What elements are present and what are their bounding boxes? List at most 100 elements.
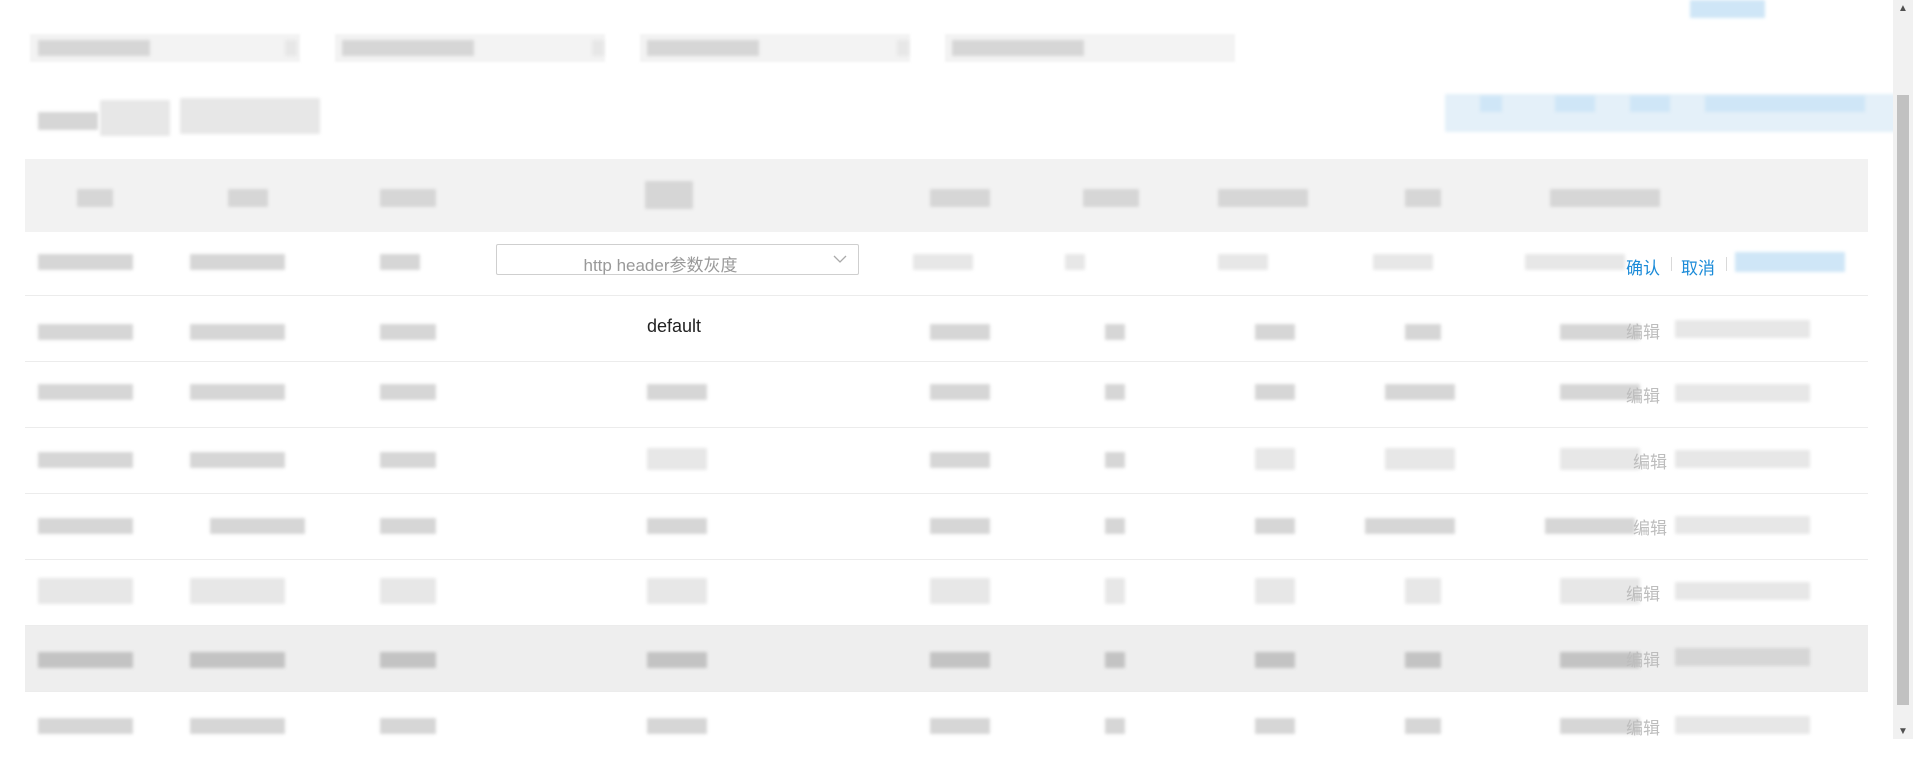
cell [380, 652, 436, 668]
cell [1255, 518, 1295, 534]
column-header [1218, 189, 1308, 207]
more-actions[interactable] [1675, 716, 1810, 734]
more-actions[interactable] [1675, 516, 1810, 534]
column-header [228, 189, 268, 207]
top-right-button[interactable] [1690, 0, 1765, 18]
column-header [1083, 189, 1139, 207]
page-header [0, 80, 1913, 150]
column-header [645, 181, 693, 209]
cell [913, 254, 973, 270]
column-header [1405, 189, 1441, 207]
cell [1105, 718, 1125, 734]
more-actions[interactable] [1675, 582, 1810, 600]
cell [1218, 254, 1268, 270]
cell [38, 652, 133, 668]
cell [380, 718, 436, 734]
cell [1255, 448, 1295, 470]
cell [190, 452, 285, 468]
edit-button[interactable]: 编辑 [1626, 646, 1660, 671]
filter-label-4 [952, 40, 1084, 56]
cell [930, 384, 990, 400]
scrollbar-thumb[interactable] [1897, 95, 1909, 705]
cell [380, 518, 436, 534]
page-subtitle [100, 100, 170, 136]
cell [1373, 254, 1433, 270]
cell [1405, 718, 1441, 734]
toolbar-button-3[interactable] [1630, 96, 1670, 112]
more-actions[interactable] [1675, 320, 1810, 338]
cell [1385, 448, 1455, 470]
table-row-editing: http header参数灰度 确认 取消 [25, 232, 1868, 296]
toolbar-button-2[interactable] [1555, 96, 1595, 112]
strategy-select-value: http header参数灰度 [583, 256, 738, 275]
strategy-cell [647, 652, 707, 668]
edit-button[interactable]: 编辑 [1633, 514, 1667, 539]
chevron-down-icon [833, 255, 847, 263]
cell [1105, 324, 1125, 340]
edit-button[interactable]: 编辑 [1633, 448, 1667, 473]
cell [190, 578, 285, 604]
page-title [38, 112, 98, 130]
confirm-button[interactable]: 确认 [1626, 254, 1660, 279]
filter-bar [0, 0, 1765, 75]
cell [930, 652, 990, 668]
cell [1105, 578, 1125, 604]
strategy-select[interactable]: http header参数灰度 [496, 244, 859, 275]
more-actions[interactable] [1675, 648, 1810, 666]
cell [930, 324, 990, 340]
cell [1385, 384, 1455, 400]
table-row: 编辑 [25, 428, 1868, 494]
filter-label-1 [38, 40, 150, 56]
cell [1255, 718, 1295, 734]
cell [38, 452, 133, 468]
strategy-cell: default [647, 316, 702, 336]
cancel-button[interactable]: 取消 [1681, 254, 1715, 279]
divider [1671, 257, 1672, 271]
cell [1105, 652, 1125, 668]
filter-label-3 [647, 40, 759, 56]
column-header [1550, 189, 1660, 207]
strategy-cell [647, 518, 707, 534]
cell [38, 578, 133, 604]
column-header [930, 189, 990, 207]
cell [1255, 578, 1295, 604]
table-row: default 编辑 [25, 296, 1868, 362]
cell [380, 324, 436, 340]
filter-icon-1 [285, 40, 297, 56]
strategy-cell [647, 578, 707, 604]
cell [1105, 384, 1125, 400]
edit-button[interactable]: 编辑 [1626, 714, 1660, 739]
cell [38, 254, 133, 270]
edit-button[interactable]: 编辑 [1626, 580, 1660, 605]
cell [1255, 384, 1295, 400]
strategy-cell [647, 384, 707, 400]
cell [930, 518, 990, 534]
toolbar-button-4[interactable] [1705, 96, 1865, 112]
edit-button[interactable]: 编辑 [1626, 318, 1660, 343]
cell [1560, 448, 1640, 470]
table-row: 编辑 [25, 692, 1868, 757]
cell [190, 254, 285, 270]
cell [1065, 254, 1085, 270]
cell [930, 578, 990, 604]
strategy-cell [647, 718, 707, 734]
more-action-link[interactable] [1735, 252, 1845, 272]
cell [190, 384, 285, 400]
triangle-down-icon[interactable]: ▼ [1893, 723, 1913, 739]
toolbar-button-1[interactable] [1480, 96, 1502, 112]
vertical-scrollbar[interactable]: ▲ ▼ [1893, 0, 1913, 739]
triangle-up-icon[interactable]: ▲ [1893, 0, 1913, 16]
table-row: 编辑 [25, 560, 1868, 626]
more-actions[interactable] [1675, 384, 1810, 402]
divider [1726, 257, 1727, 271]
filter-icon-3 [897, 40, 909, 56]
cell [930, 718, 990, 734]
cell [380, 578, 436, 604]
cell [38, 718, 133, 734]
cell [1405, 578, 1441, 604]
cell [190, 324, 285, 340]
more-actions[interactable] [1675, 450, 1810, 468]
cell [190, 652, 285, 668]
edit-button[interactable]: 编辑 [1626, 382, 1660, 407]
cell [1405, 324, 1441, 340]
